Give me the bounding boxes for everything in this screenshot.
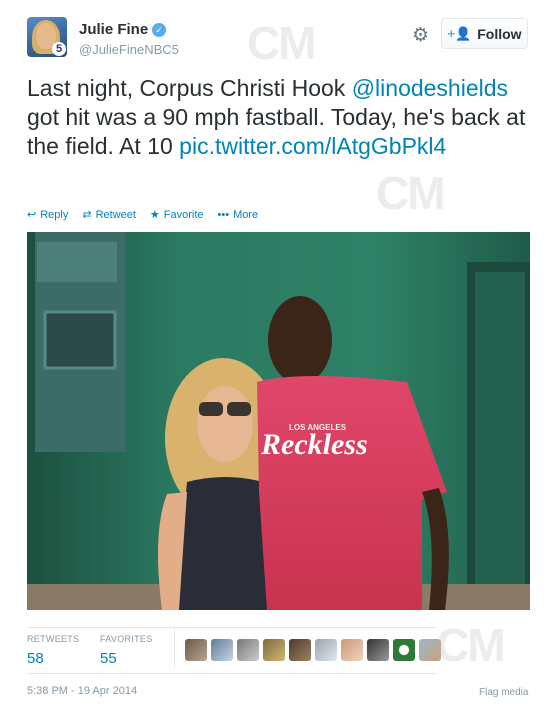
user-handle[interactable]: @JulieFineNBC5 (79, 42, 179, 57)
retweet-icon: ⇄ (82, 209, 92, 221)
tweet-text: Last night, Corpus Christi Hook @linodes… (27, 74, 527, 161)
favorites-stat[interactable]: FAVORITES 55 (100, 634, 153, 667)
avatar[interactable] (367, 639, 389, 661)
favorite-label: Favorite (163, 208, 204, 221)
watermark-logo: CM (376, 167, 446, 219)
timestamp[interactable]: 5:38 PM - 19 Apr 2014 (27, 685, 137, 697)
avatar[interactable] (419, 639, 441, 661)
follow-label: Follow (477, 25, 522, 42)
avatar[interactable] (185, 639, 207, 661)
tweet-text-part: Last night, Corpus Christi Hook (27, 75, 352, 101)
favorites-label: FAVORITES (100, 634, 153, 644)
follow-button[interactable]: +👤 Follow (441, 18, 528, 49)
favoriters-avatars (185, 639, 441, 661)
mention-link[interactable]: @linodeshields (352, 75, 508, 101)
divider (27, 627, 437, 628)
more-button[interactable]: ••• More (218, 208, 259, 221)
reply-icon: ↩ (27, 209, 37, 221)
avatar[interactable]: 5 (27, 17, 67, 57)
favorites-count: 55 (100, 650, 117, 667)
more-label: More (233, 208, 259, 221)
watermark-logo: CM (247, 17, 317, 69)
shirt-text-large: Reckless (260, 428, 368, 461)
verified-badge-icon: ✓ (152, 22, 167, 37)
avatar[interactable] (263, 639, 285, 661)
tweet-actions: ↩ Reply ⇄ Retweet ★ Favorite ••• More (27, 208, 259, 222)
right-door-panel (475, 272, 525, 592)
retweets-count: 58 (27, 650, 44, 667)
sunglasses-right (227, 402, 251, 416)
divider (27, 673, 437, 674)
avatar[interactable] (393, 639, 415, 661)
photo-illustration: LOS ANGELES Reckless (27, 232, 530, 610)
favorite-button[interactable]: ★ Favorite (149, 208, 204, 222)
woman-face (197, 386, 253, 462)
sunglasses-left (199, 402, 223, 416)
tweet-photo[interactable]: LOS ANGELES Reckless (27, 232, 530, 610)
avatar[interactable] (211, 639, 233, 661)
man-head (268, 296, 332, 384)
door-vent (37, 242, 117, 282)
avatar[interactable] (289, 639, 311, 661)
retweet-button[interactable]: ⇄ Retweet (82, 208, 136, 222)
add-user-icon: +👤 (447, 25, 472, 41)
avatar[interactable] (341, 639, 363, 661)
reply-button[interactable]: ↩ Reply (27, 208, 69, 222)
reply-label: Reply (40, 208, 69, 221)
display-name[interactable]: Julie Fine (79, 21, 148, 38)
retweets-stat[interactable]: RETWEETS 58 (27, 634, 79, 667)
pic-link[interactable]: pic.twitter.com/lAtgGbPkl4 (179, 133, 446, 159)
gear-icon[interactable]: ⚙ (412, 24, 429, 47)
divider (174, 628, 175, 668)
retweets-label: RETWEETS (27, 634, 80, 644)
watermark-logo: CM (436, 619, 506, 671)
avatar[interactable] (315, 639, 337, 661)
avatar[interactable] (237, 639, 259, 661)
nbc5-logo-icon: 5 (52, 42, 66, 56)
flag-media-link[interactable]: Flag media (479, 687, 528, 698)
tweet-card: CM CM CM 5 Julie Fine ✓ @JulieFineNBC5 ⚙… (0, 0, 554, 708)
door-window (43, 310, 117, 370)
more-dots-icon: ••• (217, 208, 230, 221)
retweet-label: Retweet (95, 208, 136, 221)
star-icon: ★ (149, 209, 160, 221)
name-row: Julie Fine ✓ (79, 21, 167, 38)
